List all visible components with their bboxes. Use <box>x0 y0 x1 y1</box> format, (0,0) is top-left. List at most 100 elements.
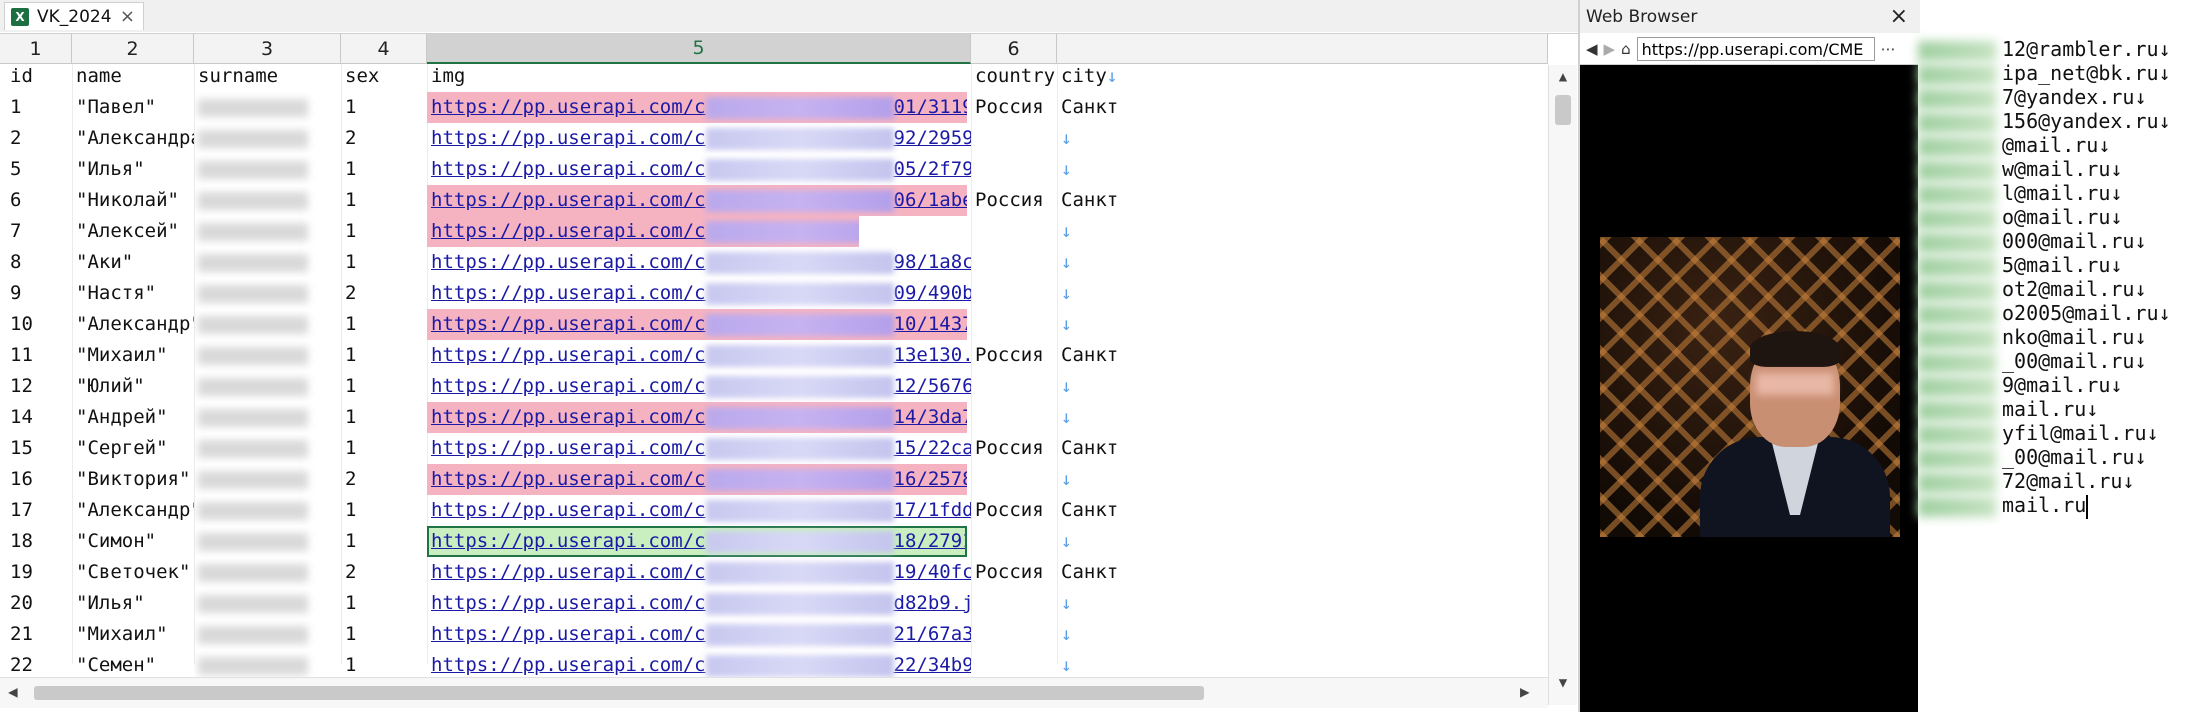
email-list[interactable]: 12@rambler.ru↓ ipa_net@bk.ru↓ 7@yandex.ru↓… <box>1918 33 2196 712</box>
cell-name[interactable]: "Юлий" <box>72 371 194 402</box>
cell-name[interactable]: "Настя" <box>72 278 194 309</box>
cell-img-url[interactable]: https://pp.userapi.com/c3a98195.jpg <box>427 216 859 247</box>
cell-img-url[interactable]: https://pp.userapi.com/c 15/22ca4/XoYvvsc… <box>427 433 971 464</box>
cell-city[interactable]: Санкт <box>1057 185 1117 216</box>
cell-sex[interactable]: 1 <box>341 495 427 526</box>
vertical-scroll-thumb[interactable] <box>1555 95 1571 125</box>
cell-sex[interactable]: 1 <box>341 185 427 216</box>
cell-country[interactable]: Россия <box>971 340 1057 371</box>
cell-name[interactable]: "Симон" <box>72 526 194 557</box>
cell-city[interactable]: ↓ <box>1057 309 1117 340</box>
image-link[interactable]: https://pp.userapi.com/c3a98195.jpg <box>431 220 859 243</box>
image-link[interactable]: https://pp.userapi.com/c 01/31191/qC6rVW5… <box>431 96 967 119</box>
image-link[interactable]: https://pp.userapi.com/c 15/22ca4/XoYvvsc… <box>431 437 971 460</box>
home-icon[interactable]: ⌂ <box>1621 40 1631 58</box>
cell-city[interactable]: Санкт <box>1057 340 1117 371</box>
cell-sex[interactable]: 1 <box>341 433 427 464</box>
cell-img-url[interactable]: https://pp.userapi.com/c 18/2791/HMADXNPL… <box>427 526 967 557</box>
cell-id[interactable]: 12 <box>6 371 72 402</box>
column-header-4[interactable]: 4 <box>341 34 427 64</box>
cell-surname[interactable] <box>194 216 341 247</box>
cell-name[interactable]: "Аки" <box>72 247 194 278</box>
cell-city[interactable]: Санкт <box>1057 495 1117 526</box>
header-name[interactable]: name <box>72 61 194 92</box>
cell-sex[interactable]: 2 <box>341 464 427 495</box>
image-link[interactable]: https://pp.userapi.com/c 13e130.jpg <box>431 344 971 367</box>
more-icon[interactable]: ⋯ <box>1881 40 1896 58</box>
cell-surname[interactable] <box>194 309 341 340</box>
cell-sex[interactable]: 1 <box>341 619 427 650</box>
image-link[interactable]: https://pp.userapi.com/c 05/2f792/GRZMr9l… <box>431 158 971 181</box>
cell-name[interactable]: "Илья" <box>72 588 194 619</box>
column-header-7[interactable] <box>1057 34 1548 64</box>
cell-city[interactable]: ↓ <box>1057 154 1117 185</box>
image-link[interactable]: https://pp.userapi.com/c 19/40fcf/LcJRtAZ… <box>431 561 971 584</box>
cell-id[interactable]: 15 <box>6 433 72 464</box>
cell-surname[interactable] <box>194 92 341 123</box>
image-link[interactable]: https://pp.userapi.com/c 12/56763/tL4V2xo… <box>431 375 971 398</box>
cell-surname[interactable] <box>194 526 341 557</box>
cell-country[interactable] <box>971 247 1057 278</box>
cell-country[interactable] <box>971 278 1057 309</box>
cell-name[interactable]: "Александра" <box>72 123 194 154</box>
cell-name[interactable]: "Илья" <box>72 154 194 185</box>
cell-surname[interactable] <box>194 402 341 433</box>
header-surname[interactable]: surname <box>194 61 341 92</box>
cell-country[interactable] <box>971 216 1057 247</box>
cell-country[interactable] <box>971 123 1057 154</box>
image-link[interactable]: https://pp.userapi.com/c 10/14370/fApMD4v… <box>431 313 967 336</box>
cell-name[interactable]: "Светочек" <box>72 557 194 588</box>
cell-country[interactable]: Россия <box>971 433 1057 464</box>
column-header-2[interactable]: 2 <box>72 34 194 64</box>
cell-img-url[interactable]: https://pp.userapi.com/c d82b9.jpg <box>427 588 971 619</box>
cell-surname[interactable] <box>194 123 341 154</box>
cell-name[interactable]: "Александр" <box>72 495 194 526</box>
cell-sex[interactable]: 1 <box>341 588 427 619</box>
cell-img-url[interactable]: https://pp.userapi.com/c 13e130.jpg <box>427 340 971 371</box>
cell-id[interactable]: 17 <box>6 495 72 526</box>
cell-name[interactable]: "Александр" <box>72 309 194 340</box>
cell-country[interactable] <box>971 371 1057 402</box>
cell-city[interactable]: ↓ <box>1057 123 1117 154</box>
cell-img-url[interactable]: https://pp.userapi.com/c 10/14370/fApMD4v… <box>427 309 967 340</box>
cell-sex[interactable]: 1 <box>341 154 427 185</box>
cell-name[interactable]: "Виктория" <box>72 464 194 495</box>
header-country[interactable]: country <box>971 61 1057 92</box>
image-link[interactable]: https://pp.userapi.com/c 16/25786/LZXKVrG… <box>431 468 967 491</box>
cell-country[interactable]: Россия <box>971 495 1057 526</box>
cell-surname[interactable] <box>194 557 341 588</box>
image-link[interactable]: https://pp.userapi.com/c 17/1fdd6/PM1VuYq… <box>431 499 971 522</box>
cell-id[interactable]: 16 <box>6 464 72 495</box>
image-link[interactable]: https://pp.userapi.com/c 09/490b4/ttysDN5… <box>431 282 971 305</box>
cell-name[interactable]: "Павел" <box>72 92 194 123</box>
cell-sex[interactable]: 1 <box>341 247 427 278</box>
image-link[interactable]: https://pp.userapi.com/c 98/1a8cc/zVLtjrC… <box>431 251 971 274</box>
cell-sex[interactable]: 2 <box>341 278 427 309</box>
cell-img-url[interactable]: https://pp.userapi.com/c 05/2f792/GRZMr9l… <box>427 154 971 185</box>
close-icon[interactable]: × <box>1890 4 1908 29</box>
cell-id[interactable]: 10 <box>6 309 72 340</box>
cell-img-url[interactable]: https://pp.userapi.com/c 16/25786/LZXKVrG… <box>427 464 967 495</box>
cell-surname[interactable] <box>194 619 341 650</box>
forward-icon[interactable]: ▶ <box>1604 40 1616 58</box>
cell-img-url[interactable]: https://pp.userapi.com/c 12/56763/tL4V2xo… <box>427 371 971 402</box>
cell-country[interactable] <box>971 526 1057 557</box>
cell-city[interactable]: ↓ <box>1057 278 1117 309</box>
cell-name[interactable]: "Михаил" <box>72 340 194 371</box>
cell-surname[interactable] <box>194 495 341 526</box>
cell-id[interactable]: 8 <box>6 247 72 278</box>
cell-name[interactable]: "Андрей" <box>72 402 194 433</box>
cell-sex[interactable]: 1 <box>341 402 427 433</box>
cell-country[interactable]: Россия <box>971 185 1057 216</box>
back-icon[interactable]: ◀ <box>1586 40 1598 58</box>
cell-surname[interactable] <box>194 433 341 464</box>
cell-sex[interactable]: 1 <box>341 92 427 123</box>
cell-img-url[interactable]: https://pp.userapi.com/c 09/490b4/ttysDN5… <box>427 278 971 309</box>
cell-sex[interactable]: 1 <box>341 371 427 402</box>
cell-img-url[interactable]: https://pp.userapi.com/c 98/1a8cc/zVLtjrC… <box>427 247 971 278</box>
cell-id[interactable]: 2 <box>6 123 72 154</box>
cell-name[interactable]: "Николай" <box>72 185 194 216</box>
cell-sex[interactable]: 1 <box>341 216 427 247</box>
cell-img-url[interactable]: https://pp.userapi.com/c 17/1fdd6/PM1VuYq… <box>427 495 971 526</box>
cell-city[interactable]: ↓ <box>1057 526 1117 557</box>
